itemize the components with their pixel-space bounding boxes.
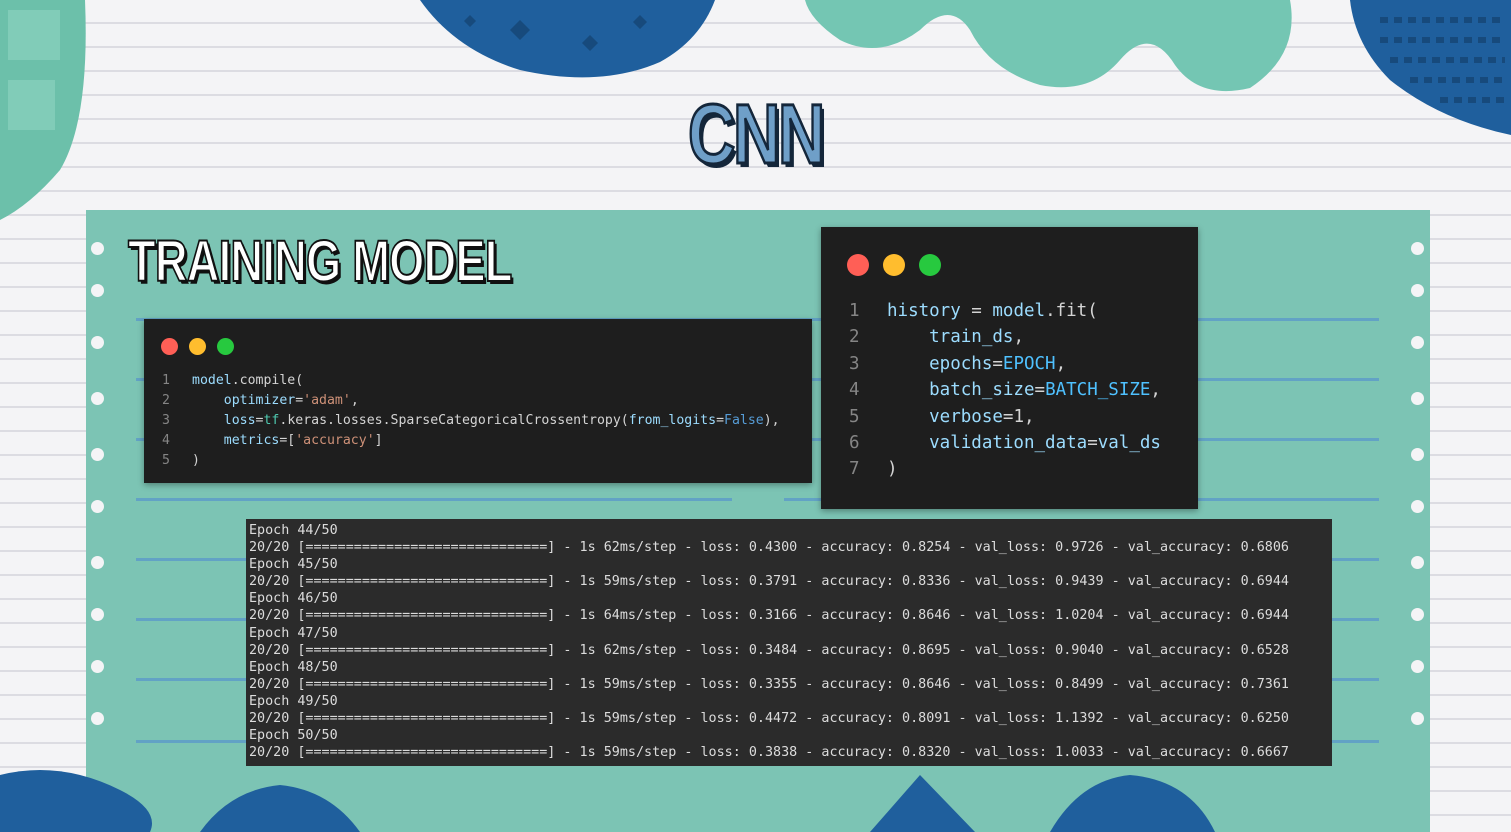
code-token: tf <box>263 413 280 428</box>
code-token: , <box>1013 327 1024 348</box>
close-dot-icon <box>847 254 869 276</box>
log-line: Epoch 45/50 <box>249 557 338 573</box>
code-token: metrics <box>192 433 280 448</box>
code-token: ) <box>192 453 200 468</box>
window-controls <box>161 338 234 355</box>
code-token: history <box>887 301 961 321</box>
line-number: 4 <box>162 433 170 448</box>
log-line: 20/20 [==============================] -… <box>249 642 1289 658</box>
code-token: model <box>192 373 232 388</box>
line-number: 7 <box>849 459 860 480</box>
code-line: 5) <box>162 451 780 471</box>
maximize-dot-icon <box>919 254 941 276</box>
code-token: = <box>295 393 304 408</box>
training-log-terminal: Epoch 44/50 20/20 [======================… <box>246 519 1332 766</box>
log-line: 20/20 [==============================] -… <box>249 608 1289 624</box>
code-token: = <box>992 353 1003 374</box>
log-line: Epoch 44/50 <box>249 523 338 538</box>
window-controls <box>847 254 941 276</box>
code-token: ) <box>887 459 898 480</box>
code-token: optimizer <box>192 393 296 408</box>
code-token: train_ds <box>887 327 1014 348</box>
line-number: 3 <box>162 413 170 428</box>
code-token: = <box>1087 433 1098 454</box>
code-token: batch_size <box>887 380 1035 401</box>
fit-code-block: 1 history = model .fit(2 train_ds, 3 epochs… <box>849 298 1161 483</box>
code-line: 7) <box>849 456 1161 482</box>
code-token: 'accuracy' <box>295 433 375 448</box>
log-line: 20/20 [==============================] -… <box>249 540 1289 556</box>
code-line: 3 loss = tf .keras.losses.SparseCategorical… <box>162 411 780 431</box>
close-dot-icon <box>161 338 178 355</box>
code-token: .compile( <box>231 373 304 388</box>
code-token: from_logits <box>628 413 717 428</box>
code-token: validation_data <box>887 433 1088 454</box>
code-token: , <box>350 393 359 408</box>
code-token: 'adam' <box>303 393 351 408</box>
minimize-dot-icon <box>883 254 905 276</box>
code-token: BATCH_SIZE <box>1045 380 1151 401</box>
code-line: 2 optimizer ='adam', <box>162 391 780 411</box>
panel-rule <box>136 498 732 501</box>
code-token: EPOCH <box>1002 353 1056 374</box>
line-number: 5 <box>162 453 170 468</box>
code-token: model <box>992 301 1046 321</box>
line-number: 1 <box>162 373 170 388</box>
maximize-dot-icon <box>217 338 234 355</box>
code-token: = <box>1034 380 1046 401</box>
code-token: verbose <box>887 406 1003 427</box>
blue-right-blob <box>1350 0 1511 135</box>
log-line: Epoch 47/50 <box>249 625 338 641</box>
log-line: Epoch 46/50 <box>249 591 338 607</box>
code-line: 6 validation_data = val_ds <box>849 430 1161 456</box>
log-line: 20/20 [==============================] -… <box>249 574 1289 590</box>
code-line: 3 epochs = EPOCH, <box>849 351 1161 377</box>
code-token: = <box>255 413 264 428</box>
log-line: Epoch 49/50 <box>249 693 338 709</box>
code-token: = <box>716 413 725 428</box>
code-token: .fit( <box>1045 301 1098 321</box>
code-line: 4 batch_size = BATCH_SIZE, <box>849 377 1161 403</box>
code-token: , <box>1055 353 1067 374</box>
teal-top-blob <box>805 0 1292 92</box>
code-token: ] <box>374 433 383 448</box>
code-token: , <box>1150 380 1161 401</box>
code-token: .keras.losses.SparseCategoricalCrossentr… <box>279 413 629 428</box>
code-token: =1, <box>1002 406 1035 427</box>
fit-code-window: 1 history = model .fit(2 train_ds, 3 epochs… <box>821 227 1198 509</box>
section-title: TRAINING MODEL <box>127 229 513 294</box>
line-number: 1 <box>849 301 860 321</box>
code-token: val_ds <box>1097 433 1161 454</box>
code-line: 1 history = model .fit( <box>849 298 1161 324</box>
code-token: ), <box>763 413 780 428</box>
minimize-dot-icon <box>189 338 206 355</box>
code-token: =[ <box>279 433 296 448</box>
line-number: 3 <box>849 353 860 374</box>
blue-top-blob <box>420 0 715 78</box>
line-number: 2 <box>162 393 170 408</box>
compile-code-block: 1 model .compile(2 optimizer ='adam', 3 loss… <box>162 371 780 471</box>
log-line: 20/20 [==============================] -… <box>249 676 1289 692</box>
code-token: loss <box>192 413 256 428</box>
compile-code-window: 1 model .compile(2 optimizer ='adam', 3 loss… <box>144 319 812 483</box>
code-token: = <box>960 301 993 321</box>
log-line: Epoch 50/50 <box>249 728 338 744</box>
code-line: 5 verbose =1, <box>849 404 1161 430</box>
log-line: 20/20 [==============================] -… <box>249 711 1289 727</box>
code-line: 1 model .compile( <box>162 371 780 391</box>
line-number: 6 <box>849 433 860 454</box>
log-line: Epoch 48/50 <box>249 659 338 675</box>
code-line: 4 metrics =['accuracy'] <box>162 431 780 451</box>
code-line: 2 train_ds, <box>849 324 1161 350</box>
code-token: False <box>724 413 764 428</box>
log-line: 20/20 [==============================] -… <box>249 745 1289 761</box>
slide-title: CNN <box>687 87 827 181</box>
code-token: epochs <box>887 353 993 374</box>
line-number: 5 <box>849 406 860 427</box>
training-log: Epoch 44/50 20/20 [======================… <box>249 522 1289 761</box>
line-number: 4 <box>849 380 860 401</box>
line-number: 2 <box>849 327 860 348</box>
